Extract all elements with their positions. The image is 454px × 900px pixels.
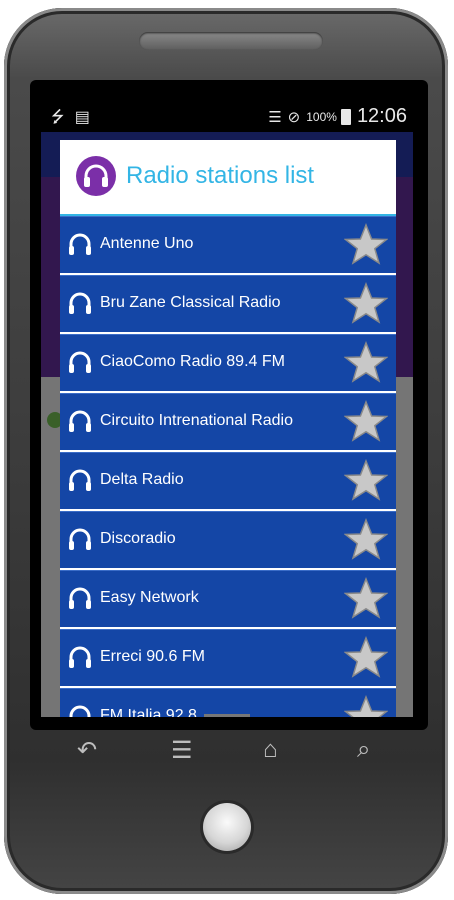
- headphones-icon: [69, 233, 91, 255]
- headphones-icon: [69, 469, 91, 491]
- station-row[interactable]: Discoradio: [60, 511, 396, 568]
- status-bar: ⭍ ▤ ☰ ⊘ 100% 12:06: [41, 102, 413, 132]
- star-icon[interactable]: [344, 695, 388, 717]
- station-row[interactable]: Antenne Uno: [60, 216, 396, 273]
- stations-dialog: Radio stations list Antenne Uno Bru Zane…: [60, 140, 396, 717]
- clock: 12:06: [356, 105, 407, 127]
- station-row[interactable]: CiaoComo Radio 89.4 FM: [60, 334, 396, 391]
- station-name: Circuito Intrenational Radio: [100, 412, 293, 429]
- search-icon[interactable]: ⌕: [357, 736, 370, 764]
- station-name: CiaoComo Radio 89.4 FM: [100, 353, 285, 370]
- stations-list[interactable]: Antenne Uno Bru Zane Classical Radio Cia…: [60, 216, 396, 717]
- station-name: Discoradio: [100, 530, 176, 547]
- headphones-icon: [69, 587, 91, 609]
- station-row[interactable]: Erreci 90.6 FM: [60, 629, 396, 686]
- star-icon[interactable]: [344, 223, 388, 267]
- station-row[interactable]: Bru Zane Classical Radio: [60, 275, 396, 332]
- star-icon[interactable]: [344, 636, 388, 680]
- station-row[interactable]: Easy Network: [60, 570, 396, 627]
- headphones-icon: [69, 351, 91, 373]
- station-name: FM Italia 92.8: [100, 707, 197, 717]
- station-row[interactable]: Delta Radio: [60, 452, 396, 509]
- screen: ⭍ ▤ ☰ ⊘ 100% 12:06 Radio stations list A…: [41, 102, 413, 717]
- battery-icon: [340, 108, 351, 125]
- station-name: Easy Network: [100, 589, 199, 606]
- sdcard-icon: ▤: [74, 109, 90, 126]
- star-icon[interactable]: [344, 577, 388, 621]
- scroll-indicator: [204, 714, 250, 717]
- station-name: Delta Radio: [100, 471, 184, 488]
- star-icon[interactable]: [344, 341, 388, 385]
- menu-icon[interactable]: ☰: [171, 736, 193, 765]
- headphones-icon: [69, 528, 91, 550]
- home-icon[interactable]: ⌂: [263, 736, 278, 764]
- back-icon[interactable]: ↶: [77, 736, 97, 765]
- battery-percent: 100%: [306, 109, 337, 124]
- dialog-title: Radio stations list: [126, 162, 315, 189]
- headphones-icon: [76, 156, 116, 196]
- headphones-icon: [69, 705, 91, 717]
- station-name: Bru Zane Classical Radio: [100, 294, 281, 311]
- dialog-header: Radio stations list: [60, 140, 396, 216]
- station-row[interactable]: Circuito Intrenational Radio: [60, 393, 396, 450]
- station-row[interactable]: FM Italia 92.8: [60, 688, 396, 717]
- no-signal-icon: ⊘: [287, 108, 301, 126]
- station-name: Antenne Uno: [100, 235, 194, 252]
- trackball-button[interactable]: [203, 803, 251, 851]
- headphones-icon: [69, 410, 91, 432]
- star-icon[interactable]: [344, 459, 388, 503]
- headphones-icon: [69, 292, 91, 314]
- nav-bar: ↶ ☰ ⌂ ⌕: [41, 730, 413, 770]
- usb-icon: ⭍: [51, 109, 65, 126]
- star-icon[interactable]: [344, 282, 388, 326]
- phone-speaker: [139, 32, 323, 50]
- station-name: Erreci 90.6 FM: [100, 648, 205, 665]
- star-icon[interactable]: [344, 400, 388, 444]
- star-icon[interactable]: [344, 518, 388, 562]
- headphones-icon: [69, 646, 91, 668]
- wifi-icon: ☰: [268, 108, 282, 126]
